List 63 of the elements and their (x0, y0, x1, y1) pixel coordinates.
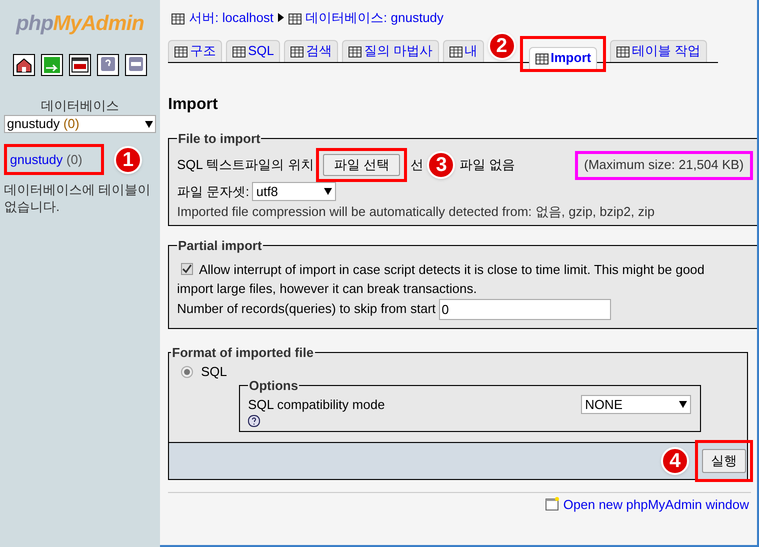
radio-button[interactable] (181, 366, 193, 378)
compression-note: Imported file compression will be automatically detected from: 없음, gzip, bzip2, zip (177, 202, 656, 221)
table-icon (534, 51, 549, 65)
page-heading: Import (168, 94, 219, 114)
sql-window-icon[interactable] (69, 54, 91, 76)
skip-records-label: Number of records(queries) to skip from start (177, 300, 436, 318)
tab[interactable]: 내 (442, 40, 484, 62)
file-location-label: SQL 텍스트파일의 위치 (177, 156, 314, 174)
table-icon (616, 44, 630, 58)
charset-label: 파일 문자셋: (177, 183, 250, 201)
skip-records-input[interactable]: 0 (438, 298, 611, 320)
breadcrumb-link[interactable]: 서버: localhost (189, 8, 274, 28)
format-label: SQL (201, 363, 228, 381)
table-icon (288, 10, 302, 25)
submit-button[interactable]: 실행 (702, 448, 746, 472)
separator-arrow-icon (278, 13, 284, 22)
choose-file-button[interactable]: 파일 선택 (322, 154, 400, 176)
help-icon[interactable] (248, 414, 260, 426)
tab[interactable]: Import (528, 46, 598, 68)
fieldset-legend: Partial import (177, 236, 263, 256)
new-window-icon (545, 497, 560, 512)
dropdown-arrow-icon (145, 120, 153, 128)
tab[interactable]: 테이블 작업 (610, 40, 707, 62)
help-icon[interactable] (97, 54, 119, 76)
maximum-size-text: (Maximum size: 21,504 KB) (584, 156, 744, 174)
table-icon (448, 44, 463, 58)
compatibility-label: SQL compatibility mode (248, 396, 385, 414)
number-badge: 1 (114, 146, 142, 174)
table-icon (174, 44, 188, 58)
new-window-link[interactable]: Open new phpMyAdmin window (563, 494, 749, 514)
dropdown-arrow-icon (324, 188, 332, 196)
database-label: 데이터베이스 (41, 96, 119, 114)
empty-database-note: 데이터베이스에 테이블이 없습니다. (4, 181, 152, 215)
table-icon (232, 44, 246, 58)
fieldset-legend: File to import (177, 128, 262, 148)
allow-interrupt-continuation: import large files, however it can break transactions. (177, 280, 478, 298)
database-select[interactable]: gnustudy (0) (4, 115, 156, 133)
file-status-text: 선 (410, 156, 424, 174)
query-window-icon[interactable] (125, 54, 147, 76)
fieldset-legend: Format of imported file (171, 342, 315, 362)
table-icon (171, 10, 185, 25)
fieldset-legend: Options (248, 376, 300, 395)
home-icon[interactable] (13, 54, 35, 76)
breadcrumb-link[interactable]: 데이터베이스: gnustudy (306, 8, 444, 28)
tab[interactable]: 구조 (168, 40, 222, 62)
logo: phpMyAdmin (16, 11, 144, 37)
tab[interactable]: SQL (226, 40, 280, 62)
number-badge: 2 (488, 32, 516, 60)
allow-interrupt-label: Allow interrupt of import in case script detects it is close to time limit. This might be good (199, 260, 705, 279)
number-badge: 4 (661, 446, 689, 474)
tab[interactable]: 검색 (284, 40, 338, 62)
checkbox[interactable] (181, 263, 193, 276)
exit-icon[interactable] (41, 54, 63, 76)
compatibility-select[interactable]: NONE (581, 395, 691, 414)
table-icon (290, 44, 304, 58)
database-link[interactable]: gnustudy (0) (10, 150, 82, 170)
number-badge: 3 (427, 151, 456, 179)
dropdown-arrow-icon (679, 401, 687, 408)
charset-select[interactable]: utf8 (252, 182, 336, 202)
file-status-text: 파일 없음 (459, 156, 516, 174)
checkmark-icon (182, 264, 192, 274)
tab[interactable]: 질의 마법사 (342, 40, 439, 62)
table-icon (348, 44, 362, 58)
